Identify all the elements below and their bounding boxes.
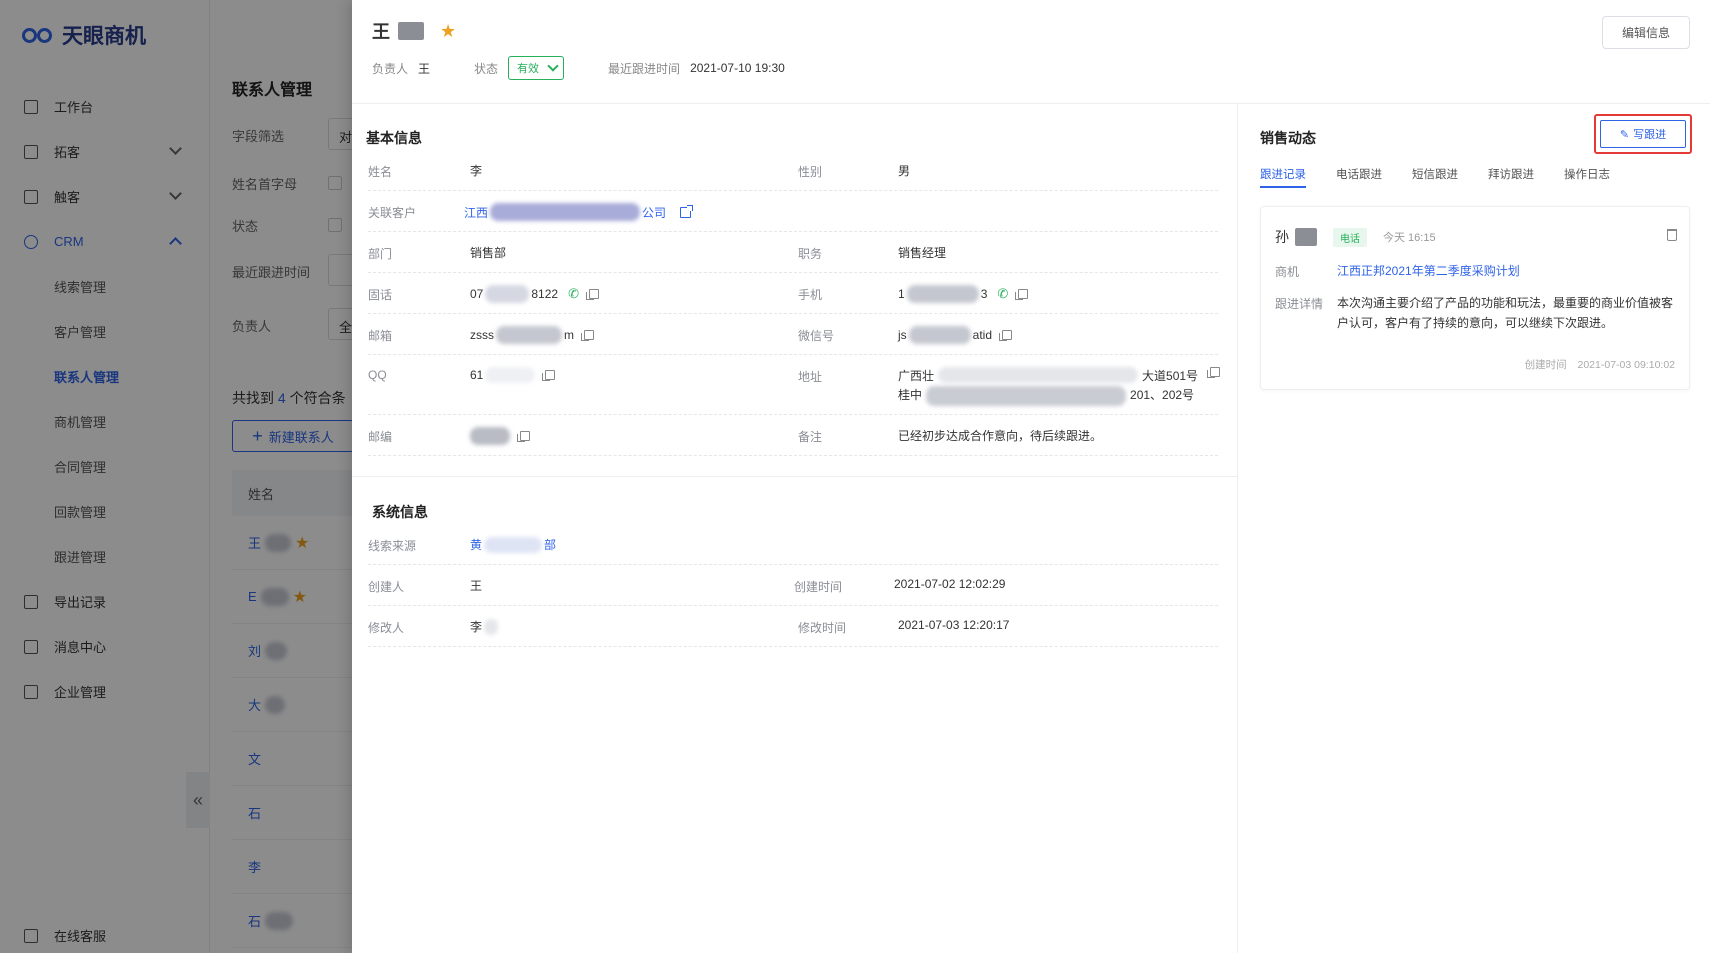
record-type-badge: 电话	[1333, 227, 1367, 247]
related-customer-link[interactable]: 江西 公司	[464, 203, 694, 221]
chevron-down-icon	[547, 60, 559, 72]
address-value: 广西壮 大道501号 桂中 201、202号	[898, 367, 1221, 406]
copy-icon[interactable]	[581, 330, 594, 341]
status-select[interactable]: 有效	[508, 56, 565, 80]
tab-sms-followup[interactable]: 短信跟进	[1412, 166, 1458, 188]
copy-icon[interactable]	[585, 289, 599, 300]
field-row: 姓名 李 性别 男	[368, 150, 1218, 191]
contact-detail-drawer: 王 ★ 编辑信息 负责人 王 状态 有效 最近跟进时间 2021-07-10 1…	[352, 0, 1710, 953]
contact-info-panel: 基本信息 姓名 李 性别 男 关联客户 江西 公司 部门 销售部 职务 销售经理…	[352, 104, 1238, 953]
sales-activity-panel: 销售动态 ✎ 写跟进 跟进记录 电话跟进 短信跟进 拜访跟进 操作日志 孙 电话…	[1238, 104, 1710, 953]
field-row: 固话 07 8122 ✆ 手机 1 3 ✆	[368, 273, 1218, 314]
record-time: 今天 16:15	[1383, 232, 1436, 244]
owner-value: 王	[418, 61, 431, 76]
system-info-title: 系统信息	[372, 504, 428, 520]
edit-icon: ✎	[1619, 128, 1630, 141]
write-followup-button[interactable]: ✎ 写跟进	[1600, 120, 1686, 148]
phone-icon[interactable]: ✆	[568, 286, 579, 302]
tab-followup-records[interactable]: 跟进记录	[1260, 166, 1306, 188]
edit-info-button[interactable]: 编辑信息	[1602, 16, 1690, 49]
write-followup-button-highlight: ✎ 写跟进	[1594, 114, 1692, 154]
field-row: QQ 61 地址 广西壮 大道501号 桂中 201、202号	[368, 355, 1221, 415]
copy-icon[interactable]	[1207, 367, 1221, 378]
tab-visit-followup[interactable]: 拜访跟进	[1488, 166, 1534, 188]
star-icon[interactable]: ★	[440, 21, 456, 42]
field-row: 创建人 王 创建时间 2021-07-02 12:02:29	[368, 565, 1218, 606]
sales-activity-title: 销售动态	[1260, 130, 1316, 146]
basic-info-title: 基本信息	[366, 130, 422, 146]
field-row: 线索来源 黄 部	[368, 524, 1218, 565]
section-divider	[352, 476, 1238, 477]
external-link-icon[interactable]	[680, 204, 694, 218]
opportunity-link[interactable]: 江西正邦2021年第二季度采购计划	[1337, 261, 1677, 281]
copy-icon[interactable]	[542, 370, 556, 381]
field-row: 修改人 李 修改时间 2021-07-03 12:20:17	[368, 606, 1218, 647]
drawer-header: 王 ★ 编辑信息 负责人 王 状态 有效 最近跟进时间 2021-07-10 1…	[352, 0, 1710, 104]
tab-operation-log[interactable]: 操作日志	[1564, 166, 1610, 188]
copy-icon[interactable]	[999, 330, 1013, 341]
contact-name: 王 ★	[372, 20, 457, 43]
record-detail: 本次沟通主要介绍了产品的功能和玩法，最重要的商业价值被客户认可，客户有了持续的意…	[1337, 296, 1674, 330]
field-row: 关联客户 江西 公司	[368, 191, 1218, 232]
field-row: 邮编 备注 已经初步达成合作意向，待后续跟进。	[368, 415, 1218, 456]
last-follow-time: 2021-07-10 19:30	[690, 61, 785, 75]
field-row: 部门 销售部 职务 销售经理	[368, 232, 1218, 273]
record-user: 孙	[1275, 229, 1289, 245]
activity-tabs: 跟进记录 电话跟进 短信跟进 拜访跟进 操作日志	[1260, 166, 1610, 188]
record-created-time: 创建时间 2021-07-03 09:10:02	[1524, 359, 1675, 371]
phone-icon[interactable]: ✆	[997, 286, 1008, 302]
modal-overlay[interactable]	[0, 0, 352, 953]
copy-icon[interactable]	[1015, 289, 1029, 300]
copy-icon[interactable]	[517, 431, 530, 442]
followup-record-card: 孙 电话 今天 16:15 商机 江西正邦2021年第二季度采购计划 跟进详情 …	[1260, 206, 1690, 390]
tab-phone-followup[interactable]: 电话跟进	[1336, 166, 1382, 188]
field-row: 邮箱 zsss m 微信号 js atid	[368, 314, 1218, 355]
contact-meta: 负责人 王 状态 有效 最近跟进时间 2021-07-10 19:30	[372, 56, 785, 80]
delete-icon[interactable]	[1667, 229, 1677, 241]
